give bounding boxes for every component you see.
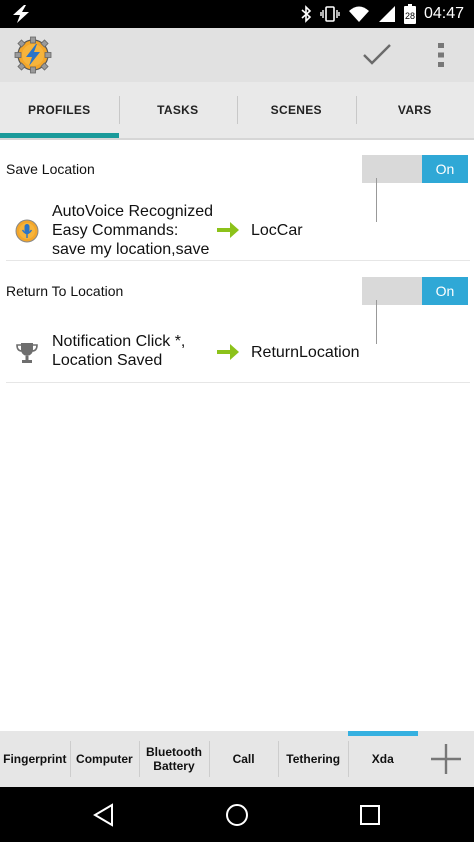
trophy-icon <box>16 343 38 363</box>
project-tab-bluetooth-battery[interactable]: Bluetooth Battery <box>139 731 209 787</box>
tab-vars[interactable]: VARS <box>355 82 474 138</box>
arrow-right-icon <box>217 344 239 360</box>
toggle-on-label: On <box>422 277 468 305</box>
project-label: Xda <box>371 752 394 766</box>
project-label: Tethering <box>286 752 341 766</box>
project-tab-fingerprint[interactable]: Fingerprint <box>0 731 70 787</box>
battery-icon: 28 <box>403 4 416 24</box>
check-icon <box>363 44 391 65</box>
back-triangle-icon <box>93 803 113 827</box>
project-tab-tethering[interactable]: Tethering <box>278 731 348 787</box>
tab-profiles[interactable]: PROFILES <box>0 82 119 138</box>
add-project-button[interactable] <box>418 731 474 787</box>
home-circle-icon <box>226 804 248 826</box>
project-tab-computer[interactable]: Computer <box>69 731 140 787</box>
overflow-menu-icon <box>438 43 444 67</box>
signal-icon <box>378 6 395 22</box>
confirm-button[interactable] <box>356 34 398 76</box>
tab-label: VARS <box>397 103 432 117</box>
recents-square-icon <box>360 805 380 825</box>
tab-scenes[interactable]: SCENES <box>237 82 356 138</box>
profile-return-to-location[interactable]: Return To Location On Notification Click… <box>0 274 474 384</box>
project-tab-xda[interactable]: Xda <box>347 731 418 787</box>
project-label: Call <box>232 752 255 766</box>
status-bar: 28 04:47 <box>0 0 474 28</box>
profile-task[interactable]: LocCar <box>251 222 303 240</box>
profile-save-location[interactable]: Save Location On AutoVoice Recognized Ea… <box>0 152 474 262</box>
tab-tasks[interactable]: TASKS <box>118 82 238 138</box>
project-label: Fingerprint <box>3 752 67 766</box>
profile-header[interactable]: Return To Location On <box>0 274 474 308</box>
vibrate-icon <box>320 6 340 22</box>
project-label: Computer <box>76 752 133 766</box>
project-tab-call[interactable]: Call <box>208 731 279 787</box>
profile-toggle[interactable]: On <box>362 277 468 305</box>
back-button[interactable] <box>86 797 122 833</box>
overflow-menu-button[interactable] <box>426 34 456 76</box>
home-button[interactable] <box>219 797 255 833</box>
bluetooth-icon <box>301 5 312 23</box>
profile-context[interactable]: Notification Click *, Location Saved <box>52 332 185 370</box>
tabs-divider <box>0 138 474 140</box>
battery-level: 28 <box>405 11 415 21</box>
tab-label: SCENES <box>270 103 322 117</box>
profile-task[interactable]: ReturnLocation <box>251 344 360 362</box>
autovoice-microphone-icon <box>15 219 39 243</box>
tab-label: PROFILES <box>28 103 91 117</box>
project-tabs: Fingerprint Computer Bluetooth Battery C… <box>0 731 474 787</box>
tasker-screen: 28 04:47 PROFILES TASKS SCENES VARS Save… <box>0 0 474 842</box>
navigation-bar <box>0 787 474 842</box>
profile-name: Return To Location <box>6 283 124 299</box>
recents-button[interactable] <box>352 797 388 833</box>
arrow-right-icon <box>217 222 239 238</box>
tab-label: TASKS <box>157 103 199 117</box>
toggle-connector <box>376 178 377 222</box>
lightning-icon <box>13 5 29 23</box>
plus-icon <box>430 744 461 774</box>
profile-header[interactable]: Save Location On <box>0 152 474 186</box>
profile-toggle[interactable]: On <box>362 155 468 183</box>
wifi-icon <box>348 6 369 22</box>
profile-divider <box>6 260 470 261</box>
action-bar <box>0 28 474 82</box>
profile-name: Save Location <box>6 161 95 177</box>
profile-divider <box>6 382 470 383</box>
main-tabs: PROFILES TASKS SCENES VARS <box>0 82 474 138</box>
tasker-logo-icon[interactable] <box>14 36 52 74</box>
profile-context[interactable]: AutoVoice Recognized Easy Commands: save… <box>52 202 213 259</box>
toggle-on-label: On <box>422 155 468 183</box>
status-time: 04:47 <box>423 5 464 22</box>
toggle-connector <box>376 300 377 344</box>
project-label: Bluetooth Battery <box>145 745 202 773</box>
